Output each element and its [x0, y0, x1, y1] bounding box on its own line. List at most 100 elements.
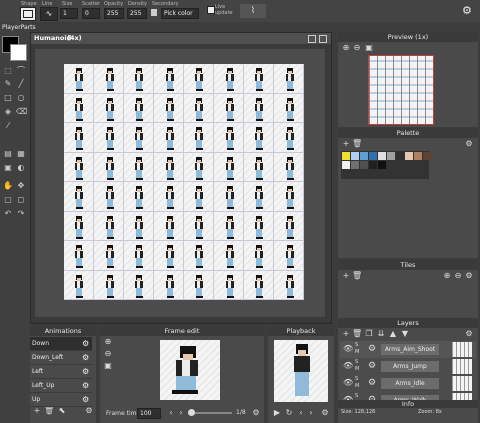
- sprite-cell[interactable]: [274, 152, 304, 182]
- sprite-cell[interactable]: [94, 93, 124, 123]
- hand-tool-icon[interactable]: ✋: [3, 181, 13, 191]
- grid-tool-icon[interactable]: ▦: [16, 149, 26, 159]
- size-select[interactable]: 1: [60, 8, 78, 19]
- sprite-cell[interactable]: [64, 93, 94, 123]
- playback-settings-icon[interactable]: ⚙: [320, 408, 330, 418]
- playback-prev-icon[interactable]: ‹: [296, 408, 306, 418]
- sprite-cell[interactable]: [154, 270, 184, 300]
- layer-visibility-icon[interactable]: 👁: [343, 361, 353, 370]
- sprite-cell[interactable]: [154, 182, 184, 212]
- sprite-cell[interactable]: [154, 152, 184, 182]
- layer-up-icon[interactable]: ▲: [388, 329, 398, 339]
- sprite-cell[interactable]: [184, 270, 214, 300]
- sprite-cell[interactable]: [184, 211, 214, 241]
- layer-settings-icon[interactable]: ⚙: [368, 344, 378, 354]
- sprite-cell[interactable]: [214, 241, 244, 271]
- layer-visibility-icon[interactable]: 👁: [343, 378, 353, 387]
- sprite-cell[interactable]: [94, 241, 124, 271]
- tiles-zoom-in-icon[interactable]: ⊕: [442, 271, 452, 281]
- sprite-cell[interactable]: [64, 123, 94, 153]
- sprite-cell[interactable]: [214, 211, 244, 241]
- animation-item[interactable]: Up ⚙: [30, 393, 92, 407]
- palette-swatches[interactable]: [341, 151, 431, 179]
- merge-layer-icon[interactable]: ⇊: [376, 329, 386, 339]
- brush-stroke-icon[interactable]: ⌇: [240, 4, 266, 18]
- tile-tool-icon[interactable]: ▣: [3, 163, 13, 173]
- move-tool-icon[interactable]: ✥: [16, 181, 26, 191]
- layer-mute-toggle[interactable]: M: [355, 349, 363, 356]
- sprite-cell[interactable]: [94, 152, 124, 182]
- line-selector[interactable]: ∿: [40, 7, 58, 21]
- pencil-tool-icon[interactable]: ✎: [3, 79, 13, 89]
- fill-tool-icon[interactable]: ◈: [3, 107, 13, 117]
- layers-tool-icon[interactable]: ▤: [3, 149, 13, 159]
- play-icon[interactable]: ▶: [272, 408, 282, 418]
- delete-layer-icon[interactable]: 🗑: [352, 329, 362, 339]
- sprite-cell[interactable]: [184, 152, 214, 182]
- sprite-cell[interactable]: [154, 241, 184, 271]
- layer-settings-icon[interactable]: ⚙: [368, 378, 378, 388]
- sprite-cell[interactable]: [274, 93, 304, 123]
- scatter-select[interactable]: 0: [82, 8, 100, 19]
- sprite-cell[interactable]: [124, 93, 154, 123]
- preview-thumbnail[interactable]: [368, 55, 434, 125]
- add-tile-icon[interactable]: +: [341, 271, 351, 281]
- palette-swatch[interactable]: [387, 152, 395, 160]
- sprite-cell[interactable]: [94, 211, 124, 241]
- palette-swatch[interactable]: [351, 152, 359, 160]
- next-frame-icon[interactable]: ›: [176, 408, 186, 418]
- frame-settings-icon[interactable]: ⚙: [251, 408, 261, 418]
- sprite-cell[interactable]: [244, 241, 274, 271]
- sprite-cell[interactable]: [94, 270, 124, 300]
- sprite-cell[interactable]: [124, 270, 154, 300]
- sprite-cell[interactable]: [244, 64, 274, 94]
- animation-select-icon[interactable]: ⬉: [57, 406, 67, 416]
- loop-icon[interactable]: ↻: [284, 408, 294, 418]
- undo-icon[interactable]: ↶: [3, 209, 13, 219]
- frame-zoom-out-icon[interactable]: ⊖: [103, 349, 113, 359]
- shape-selector[interactable]: [20, 7, 36, 21]
- palette-swatch[interactable]: [378, 161, 386, 169]
- palette-swatch[interactable]: [414, 152, 422, 160]
- sprite-cell[interactable]: [184, 241, 214, 271]
- sprite-cell[interactable]: [244, 123, 274, 153]
- layer-solo-toggle[interactable]: S: [355, 393, 363, 400]
- palette-swatch[interactable]: [396, 152, 404, 160]
- animation-item[interactable]: Left_Up ⚙: [30, 379, 92, 393]
- layer-row[interactable]: 👁 S M ⚙ Arms_Idle: [340, 375, 476, 393]
- layer-down-icon[interactable]: ▼: [400, 329, 410, 339]
- palette-swatch[interactable]: [369, 161, 377, 169]
- layer-row[interactable]: 👁 S M ⚙ Arms_Aim_Shoot: [340, 341, 476, 359]
- playback-canvas[interactable]: [274, 340, 328, 402]
- eraser-tool-icon[interactable]: ⌫: [16, 107, 27, 117]
- sprite-cell[interactable]: [154, 123, 184, 153]
- sprite-cell[interactable]: [154, 211, 184, 241]
- palette-settings-icon[interactable]: ⚙: [464, 139, 474, 149]
- animation-settings-icon[interactable]: ⚙: [82, 379, 89, 393]
- duplicate-layer-icon[interactable]: ❐: [364, 329, 374, 339]
- minimize-icon[interactable]: [308, 35, 316, 43]
- opacity-select[interactable]: 255: [104, 8, 124, 19]
- crop-tool-icon[interactable]: ▢: [3, 195, 13, 205]
- frame-fit-icon[interactable]: ▣: [103, 361, 113, 371]
- palette-swatch[interactable]: [360, 161, 368, 169]
- layer-solo-toggle[interactable]: S: [355, 376, 363, 383]
- sprite-sheet[interactable]: [64, 64, 304, 300]
- redo-icon[interactable]: ↷: [16, 209, 26, 219]
- lasso-tool-icon[interactable]: ⌒: [16, 66, 26, 76]
- sprite-cell[interactable]: [274, 241, 304, 271]
- sprite-cell[interactable]: [214, 270, 244, 300]
- add-color-icon[interactable]: +: [341, 139, 351, 149]
- secondary-select[interactable]: Pick color: [161, 8, 199, 19]
- palette-swatch[interactable]: [342, 152, 350, 160]
- palette-swatch[interactable]: [423, 152, 431, 160]
- sprite-cell[interactable]: [124, 123, 154, 153]
- frame-edit-canvas[interactable]: [160, 340, 220, 400]
- sprite-cell[interactable]: [94, 182, 124, 212]
- sprite-cell[interactable]: [274, 64, 304, 94]
- sprite-cell[interactable]: [184, 123, 214, 153]
- sprite-cell[interactable]: [184, 93, 214, 123]
- sprite-cell[interactable]: [244, 93, 274, 123]
- delete-tile-icon[interactable]: 🗑: [352, 271, 362, 281]
- palette-swatch[interactable]: [360, 152, 368, 160]
